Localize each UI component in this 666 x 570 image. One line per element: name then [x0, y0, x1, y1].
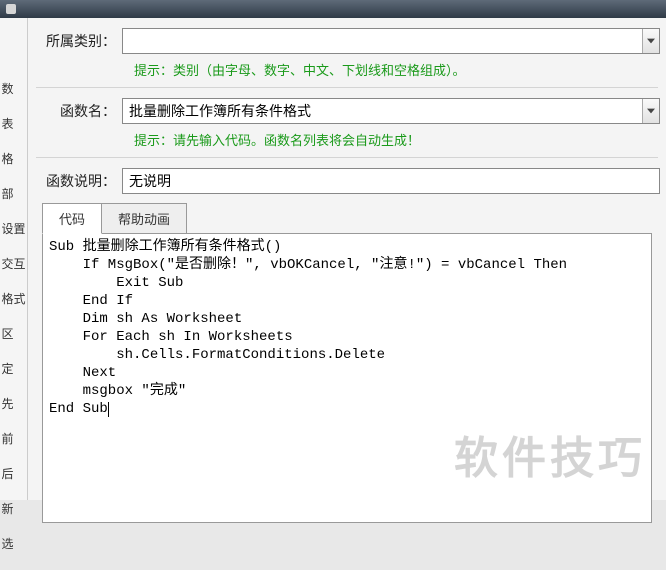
tab-help[interactable]: 帮助动画 — [101, 203, 187, 233]
desc-field[interactable] — [122, 168, 660, 194]
text-cursor — [108, 402, 109, 417]
funcname-hint: 提示：请先输入代码。函数名列表将会自动生成！ — [34, 126, 660, 157]
desc-input[interactable] — [123, 169, 659, 193]
tab-bar: 代码 帮助动画 — [42, 202, 660, 233]
main-panel: 所属类别： 提示：类别（由字母、数字、中文、下划线和空格组成）。 函数名： 提示… — [28, 18, 666, 500]
side-item[interactable]: 交互 — [1, 255, 25, 272]
category-label: 所属类别： — [34, 31, 122, 51]
code-editor[interactable]: Sub 批量删除工作簿所有条件格式() If MsgBox("是否删除！", v… — [42, 233, 652, 523]
side-item[interactable]: 选 — [1, 535, 25, 552]
side-item[interactable]: 后 — [1, 465, 25, 482]
category-hint: 提示：类别（由字母、数字、中文、下划线和空格组成）。 — [34, 56, 660, 87]
funcname-input[interactable] — [123, 99, 642, 123]
category-dropdown-arrow[interactable] — [642, 29, 659, 53]
side-toolbar: 数表格部设置交互格式区定先前后新选 — [0, 18, 28, 500]
category-field[interactable] — [122, 28, 660, 54]
category-input[interactable] — [123, 29, 642, 53]
side-item[interactable]: 前 — [1, 430, 25, 447]
chevron-down-icon — [647, 108, 655, 114]
side-item[interactable]: 区 — [1, 325, 25, 342]
side-item[interactable]: 数 — [1, 80, 25, 97]
side-item[interactable]: 格 — [1, 150, 25, 167]
side-item[interactable]: 先 — [1, 395, 25, 412]
funcname-label: 函数名： — [34, 101, 122, 121]
funcname-field[interactable] — [122, 98, 660, 124]
window-titlebar — [0, 0, 666, 18]
side-item[interactable]: 格式 — [1, 290, 25, 307]
side-item[interactable]: 部 — [1, 185, 25, 202]
side-item[interactable]: 表 — [1, 115, 25, 132]
funcname-dropdown-arrow[interactable] — [642, 99, 659, 123]
code-text[interactable]: Sub 批量删除工作簿所有条件格式() If MsgBox("是否删除！", v… — [43, 234, 651, 422]
side-item[interactable]: 定 — [1, 360, 25, 377]
tab-code[interactable]: 代码 — [42, 203, 102, 234]
desc-label: 函数说明： — [34, 171, 122, 191]
side-item[interactable]: 新 — [1, 500, 25, 517]
window-icon — [6, 4, 16, 14]
chevron-down-icon — [647, 38, 655, 44]
side-item[interactable]: 设置 — [1, 220, 25, 237]
side-items: 数表格部设置交互格式区定先前后新选 — [1, 62, 25, 570]
